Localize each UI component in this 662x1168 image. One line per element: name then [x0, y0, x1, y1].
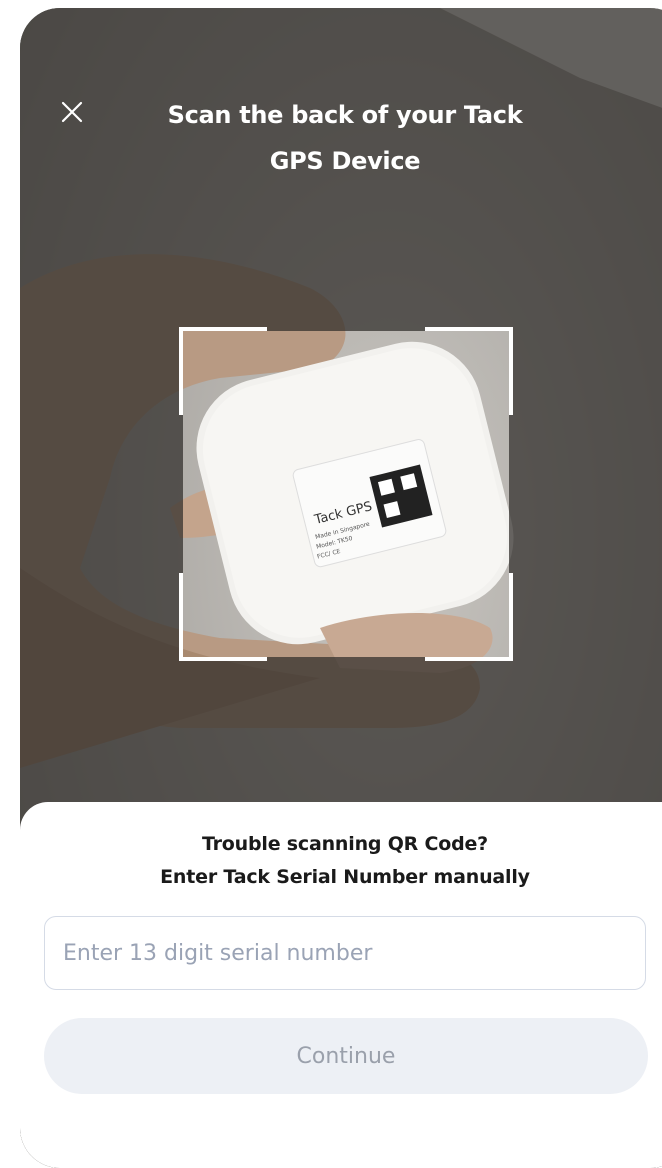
title-line-2: GPS Device: [269, 147, 421, 175]
continue-button[interactable]: Continue: [44, 1018, 648, 1094]
scan-corner-top-right: [425, 327, 513, 415]
scan-frame: [179, 327, 513, 661]
manual-entry-help: Trouble scanning QR Code? Enter Tack Ser…: [20, 828, 662, 894]
scan-corner-top-left: [179, 327, 267, 415]
scan-corner-bottom-left: [179, 573, 267, 661]
serial-number-input[interactable]: [44, 916, 646, 990]
help-line-1: Trouble scanning QR Code?: [201, 833, 489, 855]
help-line-2: Enter Tack Serial Number manually: [160, 866, 530, 888]
scanner-screen: Tack GPS Made in Singapore Model: TK50 F…: [20, 8, 662, 1168]
title-line-1: Scan the back of your Tack: [167, 101, 523, 129]
page-title: Scan the back of your Tack GPS Device: [130, 92, 560, 184]
close-button[interactable]: [56, 96, 88, 128]
close-icon: [61, 101, 83, 123]
scan-corner-bottom-right: [425, 573, 513, 661]
manual-entry-sheet: Trouble scanning QR Code? Enter Tack Ser…: [20, 802, 662, 1168]
